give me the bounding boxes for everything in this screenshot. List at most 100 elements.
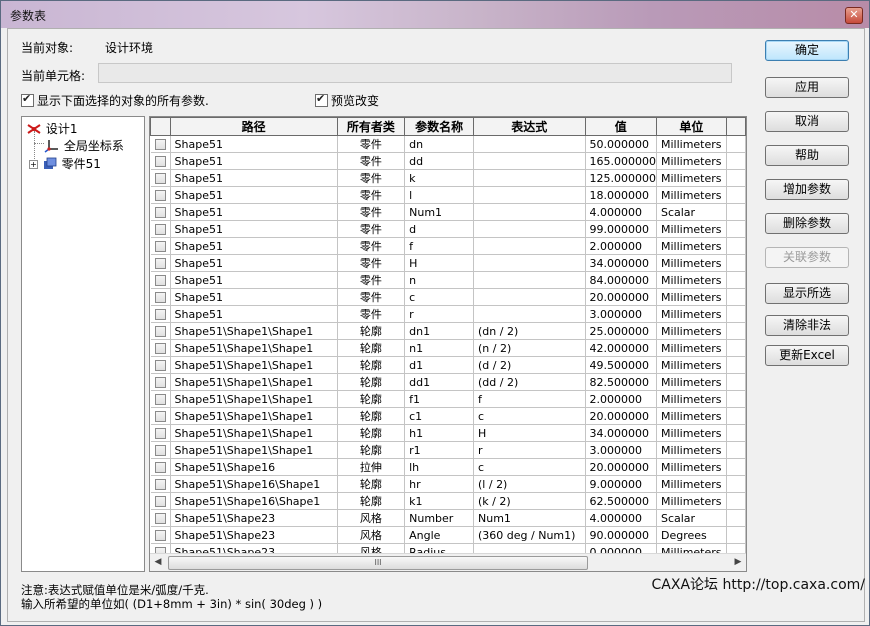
param-name-cell[interactable]: k1 (404, 492, 475, 510)
clear-invalid-button[interactable]: 清除非法 (765, 315, 849, 336)
expression-cell[interactable] (473, 237, 586, 255)
expression-cell[interactable]: (dn / 2) (473, 322, 586, 340)
column-header-param-name[interactable]: 参数名称 (404, 117, 475, 136)
value-cell[interactable]: 20.000000 (585, 458, 657, 476)
table-row[interactable]: Shape51 零件 dn 50.000000 Millimeters (150, 135, 746, 153)
expression-cell[interactable] (473, 271, 586, 289)
path-cell[interactable]: Shape51 (170, 152, 338, 170)
column-header-expression[interactable]: 表达式 (473, 117, 586, 136)
path-cell[interactable]: Shape51\Shape1\Shape1 (170, 390, 338, 408)
row-select-cell[interactable] (150, 288, 171, 306)
owner-type-cell[interactable]: 轮廓 (337, 373, 406, 391)
row-checkbox[interactable] (154, 445, 166, 456)
unit-cell[interactable]: Millimeters (656, 254, 727, 272)
row-checkbox[interactable] (154, 411, 166, 422)
param-name-cell[interactable]: lh (404, 458, 475, 476)
row-checkbox[interactable] (154, 258, 166, 269)
expression-cell[interactable]: (k / 2) (473, 492, 586, 510)
path-cell[interactable]: Shape51 (170, 288, 338, 306)
param-name-cell[interactable]: n1 (404, 339, 475, 357)
table-row[interactable]: Shape51\Shape23 风格 Number Num1 4.000000 Scala… (150, 509, 746, 527)
owner-type-cell[interactable]: 零件 (337, 288, 406, 306)
delete-parameter-button[interactable]: 删除参数 (765, 213, 849, 234)
path-cell[interactable]: Shape51\Shape1\Shape1 (170, 407, 338, 425)
value-cell[interactable]: 125.000000 (585, 169, 657, 187)
path-cell[interactable]: Shape51\Shape1\Shape1 (170, 322, 338, 340)
param-name-cell[interactable]: f (404, 237, 475, 255)
row-select-cell[interactable] (150, 526, 171, 544)
row-checkbox[interactable] (154, 190, 166, 201)
row-checkbox[interactable] (154, 173, 166, 184)
preview-changes-checkbox[interactable] (315, 92, 328, 107)
param-name-cell[interactable]: d (404, 220, 475, 238)
path-cell[interactable]: Shape51\Shape16\Shape1 (170, 492, 338, 510)
expression-cell[interactable]: (dd / 2) (473, 373, 586, 391)
tree-node-global-coords[interactable]: 全局坐标系 (44, 137, 124, 154)
param-name-cell[interactable]: Num1 (404, 203, 475, 221)
expression-cell[interactable]: c (473, 458, 586, 476)
owner-type-cell[interactable]: 零件 (337, 271, 406, 289)
unit-cell[interactable]: Scalar (656, 203, 727, 221)
expression-cell[interactable]: (l / 2) (473, 475, 586, 493)
value-cell[interactable]: 2.000000 (585, 237, 657, 255)
path-cell[interactable]: Shape51\Shape1\Shape1 (170, 424, 338, 442)
owner-type-cell[interactable]: 轮廓 (337, 475, 406, 493)
unit-cell[interactable]: Millimeters (656, 271, 727, 289)
param-name-cell[interactable]: f1 (404, 390, 475, 408)
unit-cell[interactable]: Millimeters (656, 186, 727, 204)
table-row[interactable]: Shape51\Shape1\Shape1 轮廓 dn1 (dn / 2) 25.000… (150, 322, 746, 340)
owner-type-cell[interactable]: 风格 (337, 509, 406, 527)
row-select-cell[interactable] (150, 186, 171, 204)
row-select-cell[interactable] (150, 271, 171, 289)
table-row[interactable]: Shape51\Shape1\Shape1 轮廓 dd1 (dd / 2) 82.500… (150, 373, 746, 391)
value-cell[interactable]: 90.000000 (585, 526, 657, 544)
value-cell[interactable]: 20.000000 (585, 288, 657, 306)
param-name-cell[interactable]: Number (404, 509, 475, 527)
table-row[interactable]: Shape51\Shape1\Shape1 轮廓 d1 (d / 2) 49.50000… (150, 356, 746, 374)
param-name-cell[interactable]: n (404, 271, 475, 289)
expression-cell[interactable]: Num1 (473, 509, 586, 527)
owner-type-cell[interactable]: 拉伸 (337, 458, 406, 476)
path-cell[interactable]: Shape51\Shape23 (170, 526, 338, 544)
row-select-cell[interactable] (150, 203, 171, 221)
unit-cell[interactable]: Millimeters (656, 390, 727, 408)
value-cell[interactable]: 3.000000 (585, 305, 657, 323)
param-name-cell[interactable]: Angle (404, 526, 475, 544)
unit-cell[interactable]: Millimeters (656, 135, 727, 153)
value-cell[interactable]: 9.000000 (585, 475, 657, 493)
row-select-cell[interactable] (150, 390, 171, 408)
row-select-cell[interactable] (150, 322, 171, 340)
value-cell[interactable]: 49.500000 (585, 356, 657, 374)
path-cell[interactable]: Shape51\Shape1\Shape1 (170, 339, 338, 357)
row-select-cell[interactable] (150, 373, 171, 391)
owner-type-cell[interactable]: 零件 (337, 152, 406, 170)
expression-cell[interactable] (473, 305, 586, 323)
cancel-button[interactable]: 取消 (765, 111, 849, 132)
row-checkbox[interactable] (154, 479, 166, 490)
path-cell[interactable]: Shape51\Shape16\Shape1 (170, 475, 338, 493)
value-cell[interactable]: 62.500000 (585, 492, 657, 510)
expression-cell[interactable] (473, 254, 586, 272)
row-checkbox[interactable] (154, 241, 166, 252)
path-cell[interactable]: Shape51\Shape1\Shape1 (170, 356, 338, 374)
expression-cell[interactable]: f (473, 390, 586, 408)
value-cell[interactable]: 4.000000 (585, 509, 657, 527)
owner-type-cell[interactable]: 轮廓 (337, 441, 406, 459)
parameter-grid[interactable]: 路径 所有者类 参数名称 表达式 值 单位 Shape51 零件 dn 50.0000… (149, 116, 747, 572)
table-row[interactable]: Shape51\Shape23 风格 Angle (360 deg / Num1) 90… (150, 526, 746, 544)
unit-cell[interactable]: Degrees (656, 526, 727, 544)
param-name-cell[interactable]: r1 (404, 441, 475, 459)
row-select-cell[interactable] (150, 475, 171, 493)
unit-cell[interactable]: Millimeters (656, 458, 727, 476)
table-row[interactable]: Shape51 零件 Num1 4.000000 Scalar (150, 203, 746, 221)
table-row[interactable]: Shape51 零件 n 84.000000 Millimeters (150, 271, 746, 289)
owner-type-cell[interactable]: 轮廓 (337, 356, 406, 374)
table-row[interactable]: Shape51\Shape16 拉伸 lh c 20.000000 Millimeters (150, 458, 746, 476)
owner-type-cell[interactable]: 轮廓 (337, 492, 406, 510)
unit-cell[interactable]: Millimeters (656, 441, 727, 459)
expression-cell[interactable] (473, 203, 586, 221)
table-row[interactable]: Shape51\Shape16\Shape1 轮廓 k1 (k / 2) 62.5000… (150, 492, 746, 510)
row-select-cell[interactable] (150, 458, 171, 476)
column-header-path[interactable]: 路径 (169, 117, 338, 136)
title-bar[interactable]: 参数表 ✕ (1, 1, 869, 28)
